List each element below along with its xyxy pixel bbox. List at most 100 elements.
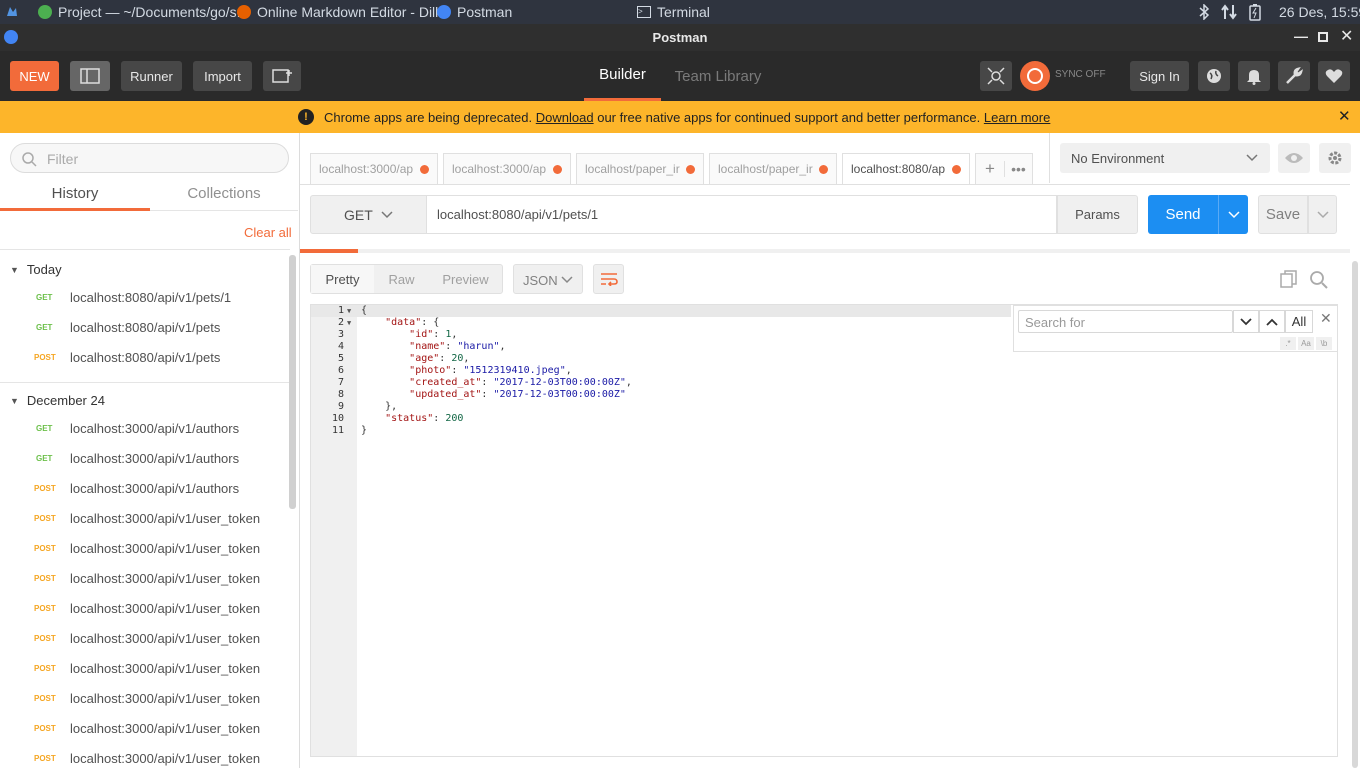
wrap-lines-icon[interactable]: [593, 264, 624, 294]
tab-team-library[interactable]: Team Library: [670, 51, 766, 101]
more-tabs-icon[interactable]: •••: [1003, 161, 1032, 177]
history-item[interactable]: POST localhost:3000/api/v1/user_token: [0, 743, 290, 768]
close-window-icon[interactable]: ✕: [1340, 26, 1353, 46]
url-value: localhost:8080/api/v1/pets/1: [437, 207, 599, 222]
history-item[interactable]: GET localhost:3000/api/v1/authors: [0, 413, 290, 443]
heart-icon[interactable]: [1318, 61, 1350, 91]
fold-icon[interactable]: ▼: [347, 305, 351, 317]
request-tab[interactable]: localhost/paper_ir: [576, 153, 704, 184]
tab-preview[interactable]: Preview: [429, 265, 502, 293]
history-item[interactable]: GET localhost:3000/api/v1/authors: [0, 443, 290, 473]
save-button[interactable]: Save: [1258, 195, 1308, 234]
bluetooth-icon[interactable]: [1198, 0, 1210, 24]
settings-wrench-icon[interactable]: [1278, 61, 1310, 91]
search-panel: Search for All ✕ .* Aa \b: [1013, 305, 1338, 352]
taskbar-item-label: Postman: [457, 4, 513, 20]
app-menu-icon[interactable]: [4, 0, 20, 24]
clock[interactable]: 26 Des, 15:59: [1279, 0, 1360, 24]
history-item[interactable]: POST localhost:3000/api/v1/user_token: [0, 563, 290, 593]
tab-raw[interactable]: Raw: [374, 265, 429, 293]
sign-in-button[interactable]: Sign In: [1130, 61, 1189, 91]
request-tab[interactable]: localhost:3000/ap: [443, 153, 571, 184]
history-url: localhost:8080/api/v1/pets: [70, 349, 221, 365]
copy-icon[interactable]: [1280, 270, 1298, 291]
history-item[interactable]: POST localhost:8080/api/v1/pets: [0, 342, 290, 372]
history-item[interactable]: POST localhost:3000/api/v1/user_token: [0, 713, 290, 743]
runner-button[interactable]: Runner: [121, 61, 182, 91]
add-tab-icon[interactable]: +: [976, 159, 1004, 179]
history-item[interactable]: GET localhost:8080/api/v1/pets: [0, 312, 290, 342]
search-for-input[interactable]: Search for: [1018, 310, 1233, 333]
divider: [0, 249, 290, 250]
history-item[interactable]: POST localhost:3000/api/v1/user_token: [0, 593, 290, 623]
prev-match-icon[interactable]: [1259, 310, 1285, 333]
taskbar-item-postman[interactable]: Postman: [437, 0, 512, 24]
eye-icon[interactable]: [1278, 143, 1310, 173]
history-group-december-24[interactable]: ▼ December 24: [10, 393, 105, 408]
sync-icon[interactable]: [1020, 61, 1050, 91]
response-body-editor[interactable]: 1 2 3 4 5 6 7 8 9 10 11 ▼ ▼ { "data": { "id": 1, "n…: [310, 304, 1338, 757]
tab-history[interactable]: History: [0, 181, 150, 211]
history-item[interactable]: POST localhost:3000/api/v1/user_token: [0, 683, 290, 713]
request-tab-active[interactable]: localhost:8080/ap: [842, 153, 970, 184]
tab-pretty[interactable]: Pretty: [311, 265, 374, 293]
history-item[interactable]: POST localhost:3000/api/v1/user_token: [0, 533, 290, 563]
send-options-icon[interactable]: [1218, 195, 1248, 234]
gear-icon[interactable]: [1319, 143, 1351, 173]
sidebar: Filter History Collections Clear all ▼ T…: [0, 133, 300, 768]
sync-status: SYNC OFF: [1055, 69, 1106, 80]
select-all-matches-button[interactable]: All: [1285, 310, 1313, 333]
taskbar-item-terminal[interactable]: > Terminal: [637, 0, 710, 24]
battery-icon[interactable]: [1249, 0, 1261, 24]
sidebar-scrollbar[interactable]: [289, 255, 296, 509]
new-button[interactable]: NEW: [10, 61, 59, 91]
whole-word-toggle[interactable]: \b: [1316, 337, 1332, 350]
tab-collections[interactable]: Collections: [150, 181, 298, 211]
next-match-icon[interactable]: [1233, 310, 1259, 333]
regex-toggle[interactable]: .*: [1280, 337, 1296, 350]
sidebar-toggle-icon[interactable]: [70, 61, 110, 91]
history-item[interactable]: POST localhost:3000/api/v1/authors: [0, 473, 290, 503]
import-button[interactable]: Import: [193, 61, 252, 91]
history-item[interactable]: GET localhost:8080/api/v1/pets/1: [0, 282, 290, 312]
history-item[interactable]: POST localhost:3000/api/v1/user_token: [0, 503, 290, 533]
history-group-today[interactable]: ▼ Today: [10, 262, 62, 277]
tab-builder[interactable]: Builder: [584, 51, 661, 101]
format-select[interactable]: JSON: [513, 264, 583, 294]
method-select[interactable]: GET: [310, 195, 427, 234]
download-link[interactable]: Download: [536, 110, 594, 125]
new-window-icon[interactable]: [263, 61, 301, 91]
search-options: .* Aa \b: [1280, 337, 1332, 350]
banner-text-after: our free native apps for continued suppo…: [597, 110, 981, 125]
filter-input[interactable]: Filter: [10, 143, 289, 173]
method-badge: GET: [36, 423, 53, 433]
case-toggle[interactable]: Aa: [1298, 337, 1314, 350]
search-response-icon[interactable]: [1309, 270, 1329, 293]
globe-icon[interactable]: [1198, 61, 1230, 91]
taskbar-item-markdown[interactable]: Online Markdown Editor - Dill...: [237, 0, 450, 24]
fold-icon[interactable]: ▼: [347, 317, 351, 329]
send-button[interactable]: Send: [1148, 195, 1218, 234]
params-button[interactable]: Params: [1057, 195, 1138, 234]
environment-select[interactable]: No Environment: [1060, 143, 1270, 173]
maximize-icon[interactable]: [1318, 32, 1328, 42]
request-tab[interactable]: localhost:3000/ap: [310, 153, 438, 184]
network-icon[interactable]: [1220, 0, 1238, 24]
history-item[interactable]: POST localhost:3000/api/v1/user_token: [0, 623, 290, 653]
divider: [0, 382, 290, 383]
minimize-icon[interactable]: —: [1294, 28, 1308, 44]
header-toolbar: NEW Runner Import Builder Team Library S…: [0, 51, 1360, 101]
close-banner-icon[interactable]: ✕: [1338, 107, 1351, 125]
main-scrollbar[interactable]: [1352, 261, 1358, 768]
group-label: Today: [26, 262, 62, 277]
history-item[interactable]: POST localhost:3000/api/v1/user_token: [0, 653, 290, 683]
taskbar-item-project[interactable]: Project — ~/Documents/go/s...: [38, 0, 248, 24]
url-input[interactable]: localhost:8080/api/v1/pets/1: [427, 195, 1057, 234]
request-tab[interactable]: localhost/paper_ir: [709, 153, 837, 184]
save-options-icon[interactable]: [1308, 195, 1337, 234]
clear-all-link[interactable]: Clear all: [244, 225, 292, 240]
close-search-icon[interactable]: ✕: [1320, 310, 1332, 327]
learn-more-link[interactable]: Learn more: [984, 110, 1050, 125]
interceptor-icon[interactable]: [980, 61, 1012, 91]
notifications-icon[interactable]: [1238, 61, 1270, 91]
